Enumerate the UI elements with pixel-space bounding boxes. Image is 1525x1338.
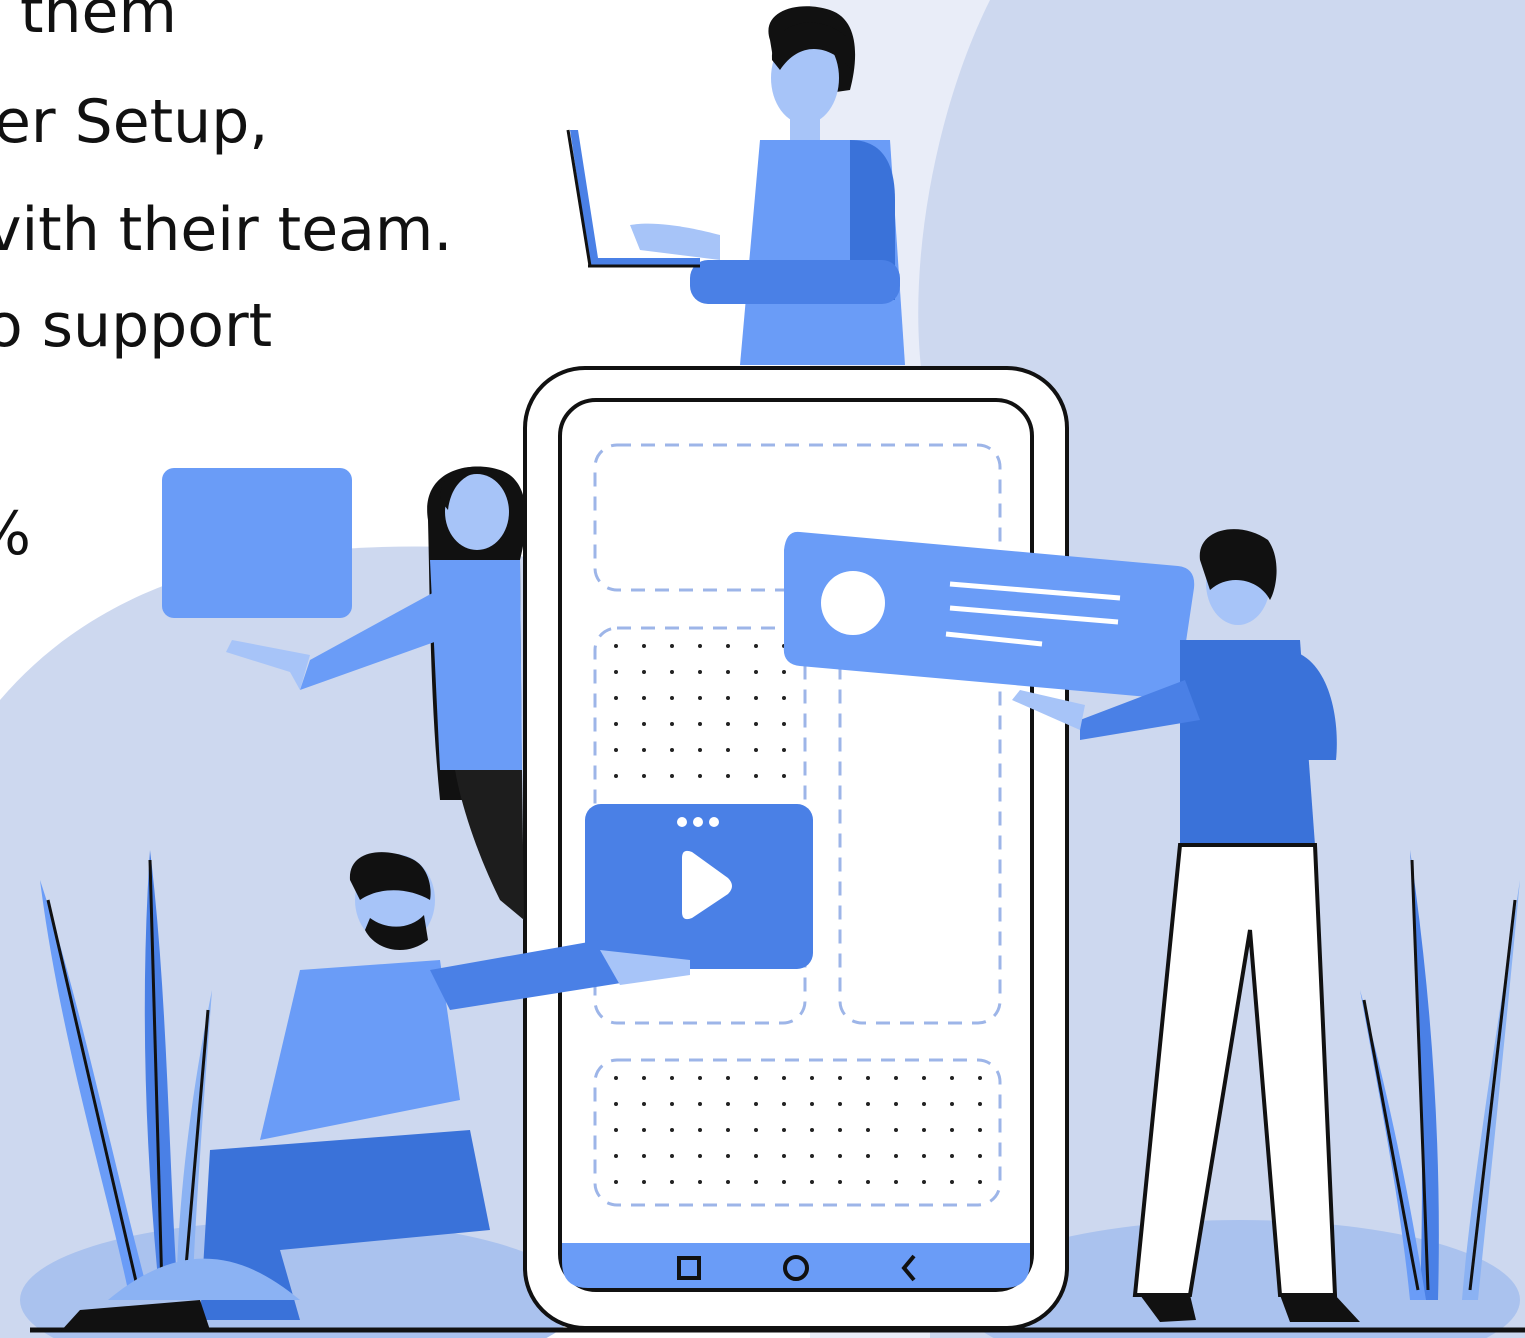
floating-card-square xyxy=(162,468,352,618)
body-text-line-1: them xyxy=(20,0,177,47)
body-text-line-4: o support xyxy=(0,291,273,361)
avatar-icon xyxy=(821,571,885,635)
body-text-line-2: er Setup, xyxy=(0,87,269,157)
video-card xyxy=(585,804,813,969)
body-text-line-3: vith their team. xyxy=(0,195,453,265)
person-man-laptop xyxy=(566,6,905,365)
body-text-line-5: % xyxy=(0,504,31,564)
more-dots-icon[interactable] xyxy=(677,817,719,827)
